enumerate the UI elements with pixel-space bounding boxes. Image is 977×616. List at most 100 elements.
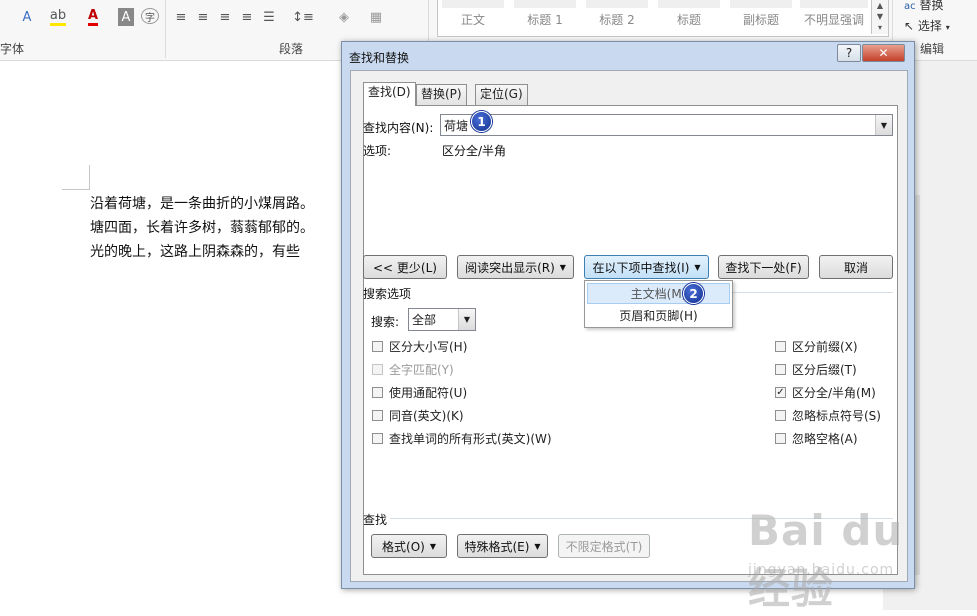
checkbox-box[interactable] xyxy=(775,410,786,421)
find-next-button[interactable]: 查找下一处(F) xyxy=(718,255,809,279)
checkbox-box[interactable] xyxy=(775,433,786,444)
right-checkbox-4[interactable]: 忽略空格(A) xyxy=(775,430,858,447)
doc-line: 塘四面，长着许多树，蓊蓊郁郁的。 xyxy=(90,220,314,236)
find-section-label: 查找 xyxy=(363,513,388,527)
select-button[interactable]: ↖ 选择 ▾ xyxy=(904,17,950,34)
chevron-down-icon: ▼ xyxy=(534,541,541,551)
format-button[interactable]: 格式(O) ▼ xyxy=(371,534,447,558)
search-direction-select[interactable]: 全部 ▼ xyxy=(408,308,476,331)
borders-icon[interactable]: ▦ xyxy=(366,8,386,26)
gallery-scroll[interactable]: ▲ ▼ ▾ xyxy=(871,0,888,34)
replace-button[interactable]: ac 替换 xyxy=(904,0,943,13)
special-format-button[interactable]: 特殊格式(E) ▼ xyxy=(457,534,548,558)
font-group-label: 字体 xyxy=(0,42,25,56)
find-in-menu: 主文档(M) 页眉和页脚(H) xyxy=(584,280,733,328)
chevron-down-icon: ▼ xyxy=(429,541,436,551)
search-options-divider xyxy=(733,292,893,293)
reading-highlight-label: 阅读突出显示(R) xyxy=(465,260,555,275)
align-left-icon[interactable]: ≡ xyxy=(173,8,189,26)
chevron-down-icon: ▾ xyxy=(945,23,950,32)
doc-line: 光的晚上，这路上阴森森的，有些 xyxy=(90,244,300,260)
char-shading-icon[interactable]: A xyxy=(118,8,134,26)
checkbox-label: 同音(英文)(K) xyxy=(389,409,464,423)
right-checkbox-3[interactable]: 忽略标点符号(S) xyxy=(775,407,881,424)
shading-icon[interactable]: ◈ xyxy=(334,8,354,26)
style-label: 标题 2 xyxy=(599,13,635,27)
crop-mark xyxy=(62,189,90,190)
checkbox-label: 区分大小写(H) xyxy=(389,340,468,354)
search-label: 搜索: xyxy=(371,315,400,329)
checkbox-box[interactable] xyxy=(775,341,786,352)
styles-gallery[interactable]: 正文 标题 1 标题 2 标题 副标题 不明显强调 ▲ ▼ ▾ xyxy=(437,0,889,37)
left-checkbox-3[interactable]: 同音(英文)(K) xyxy=(372,407,464,424)
no-formatting-button[interactable]: 不限定格式(T) xyxy=(558,534,650,558)
find-what-label: 查找内容(N): xyxy=(363,121,434,135)
watermark-sub: jingyan.baidu.com xyxy=(748,562,895,578)
style-title[interactable]: 标题 xyxy=(654,0,724,34)
enclose-char-icon[interactable]: 字 xyxy=(141,8,159,24)
tab-find[interactable]: 查找(D) xyxy=(363,82,416,106)
select-label: 选择 xyxy=(917,19,942,33)
style-subtitle[interactable]: 副标题 xyxy=(726,0,796,34)
cursor-icon: ↖ xyxy=(904,19,915,33)
left-checkbox-4[interactable]: 查找单词的所有形式(英文)(W) xyxy=(372,430,552,447)
format-label: 格式(O) xyxy=(382,539,425,554)
checkbox-label: 区分后缀(T) xyxy=(792,363,857,377)
annotation-badge-1: 1 xyxy=(471,111,492,132)
search-options-label: 搜索选项 xyxy=(363,287,412,301)
less-button[interactable]: << 更少(L) xyxy=(363,255,447,279)
cancel-button[interactable]: 取消 xyxy=(819,255,893,279)
line-spacing-icon[interactable]: ↕≡ xyxy=(291,8,315,26)
checkbox-box[interactable] xyxy=(372,410,383,421)
tab-replace[interactable]: 替换(P) xyxy=(416,84,467,105)
find-in-button[interactable]: 在以下项中查找(I) ▼ xyxy=(584,255,709,279)
left-checkbox-2[interactable]: 使用通配符(U) xyxy=(372,384,467,401)
checkbox-box[interactable]: ✓ xyxy=(775,387,786,398)
style-normal[interactable]: 正文 xyxy=(438,0,508,34)
style-subtle-emphasis[interactable]: 不明显强调 xyxy=(796,0,872,34)
reading-highlight-button[interactable]: 阅读突出显示(R) ▼ xyxy=(457,255,574,279)
align-center-icon[interactable]: ≡ xyxy=(195,8,211,26)
style-heading2[interactable]: 标题 2 xyxy=(582,0,652,34)
tab-goto[interactable]: 定位(G) xyxy=(475,84,528,105)
watermark-main: Bai du 经验 xyxy=(748,506,904,613)
baidu-watermark: Bai du 经验 jingyan.baidu.com xyxy=(748,500,928,613)
help-button[interactable]: ? xyxy=(837,44,861,62)
checkbox-label: 区分全/半角(M) xyxy=(792,386,876,400)
font-color-icon[interactable]: A xyxy=(85,8,101,26)
checkbox-box[interactable] xyxy=(372,387,383,398)
find-what-value: 荷塘 xyxy=(444,119,469,133)
distribute-icon[interactable]: ☰ xyxy=(261,8,277,26)
close-button[interactable]: ✕ xyxy=(862,44,905,62)
checkbox-label: 查找单词的所有形式(英文)(W) xyxy=(389,432,552,446)
right-checkbox-2[interactable]: ✓ 区分全/半角(M) xyxy=(775,384,876,401)
chevron-down-icon[interactable]: ▼ xyxy=(458,309,475,330)
checkbox-box[interactable] xyxy=(372,341,383,352)
find-what-input[interactable]: 荷塘 ▼ xyxy=(440,114,893,136)
checkbox-box[interactable] xyxy=(372,364,383,375)
chevron-down-icon: ▼ xyxy=(694,262,701,272)
checkbox-label: 忽略空格(A) xyxy=(792,432,858,446)
menu-item-main-document[interactable]: 主文档(M) xyxy=(587,283,730,304)
align-right-icon[interactable]: ≡ xyxy=(217,8,233,26)
menu-item-header-footer[interactable]: 页眉和页脚(H) xyxy=(587,305,730,326)
checkbox-box[interactable] xyxy=(372,433,383,444)
checkbox-label: 区分前缀(X) xyxy=(792,340,858,354)
special-format-label: 特殊格式(E) xyxy=(464,539,530,554)
left-checkbox-0[interactable]: 区分大小写(H) xyxy=(372,338,467,355)
find-in-label: 在以下项中查找(I) xyxy=(592,260,690,275)
style-heading1[interactable]: 标题 1 xyxy=(510,0,580,34)
right-checkbox-1[interactable]: 区分后缀(T) xyxy=(775,361,857,378)
doc-line: 沿着荷塘，是一条曲折的小煤屑路。 xyxy=(90,196,314,212)
highlight-icon[interactable]: ab xyxy=(48,8,68,26)
right-checkbox-0[interactable]: 区分前缀(X) xyxy=(775,338,858,355)
chevron-down-icon[interactable]: ▼ xyxy=(875,115,892,135)
crop-mark xyxy=(89,165,90,190)
checkbox-box[interactable] xyxy=(775,364,786,375)
justify-icon[interactable]: ≡ xyxy=(239,8,255,26)
replace-icon: ac xyxy=(904,1,916,12)
editing-group-label: 编辑 xyxy=(920,42,945,56)
ribbon-separator xyxy=(165,0,166,58)
document-text[interactable]: 沿着荷塘，是一条曲折的小煤屑路。 塘四面，长着许多树，蓊蓊郁郁的。 光的晚上，这… xyxy=(90,192,360,264)
text-effects-icon[interactable]: A xyxy=(18,8,36,26)
